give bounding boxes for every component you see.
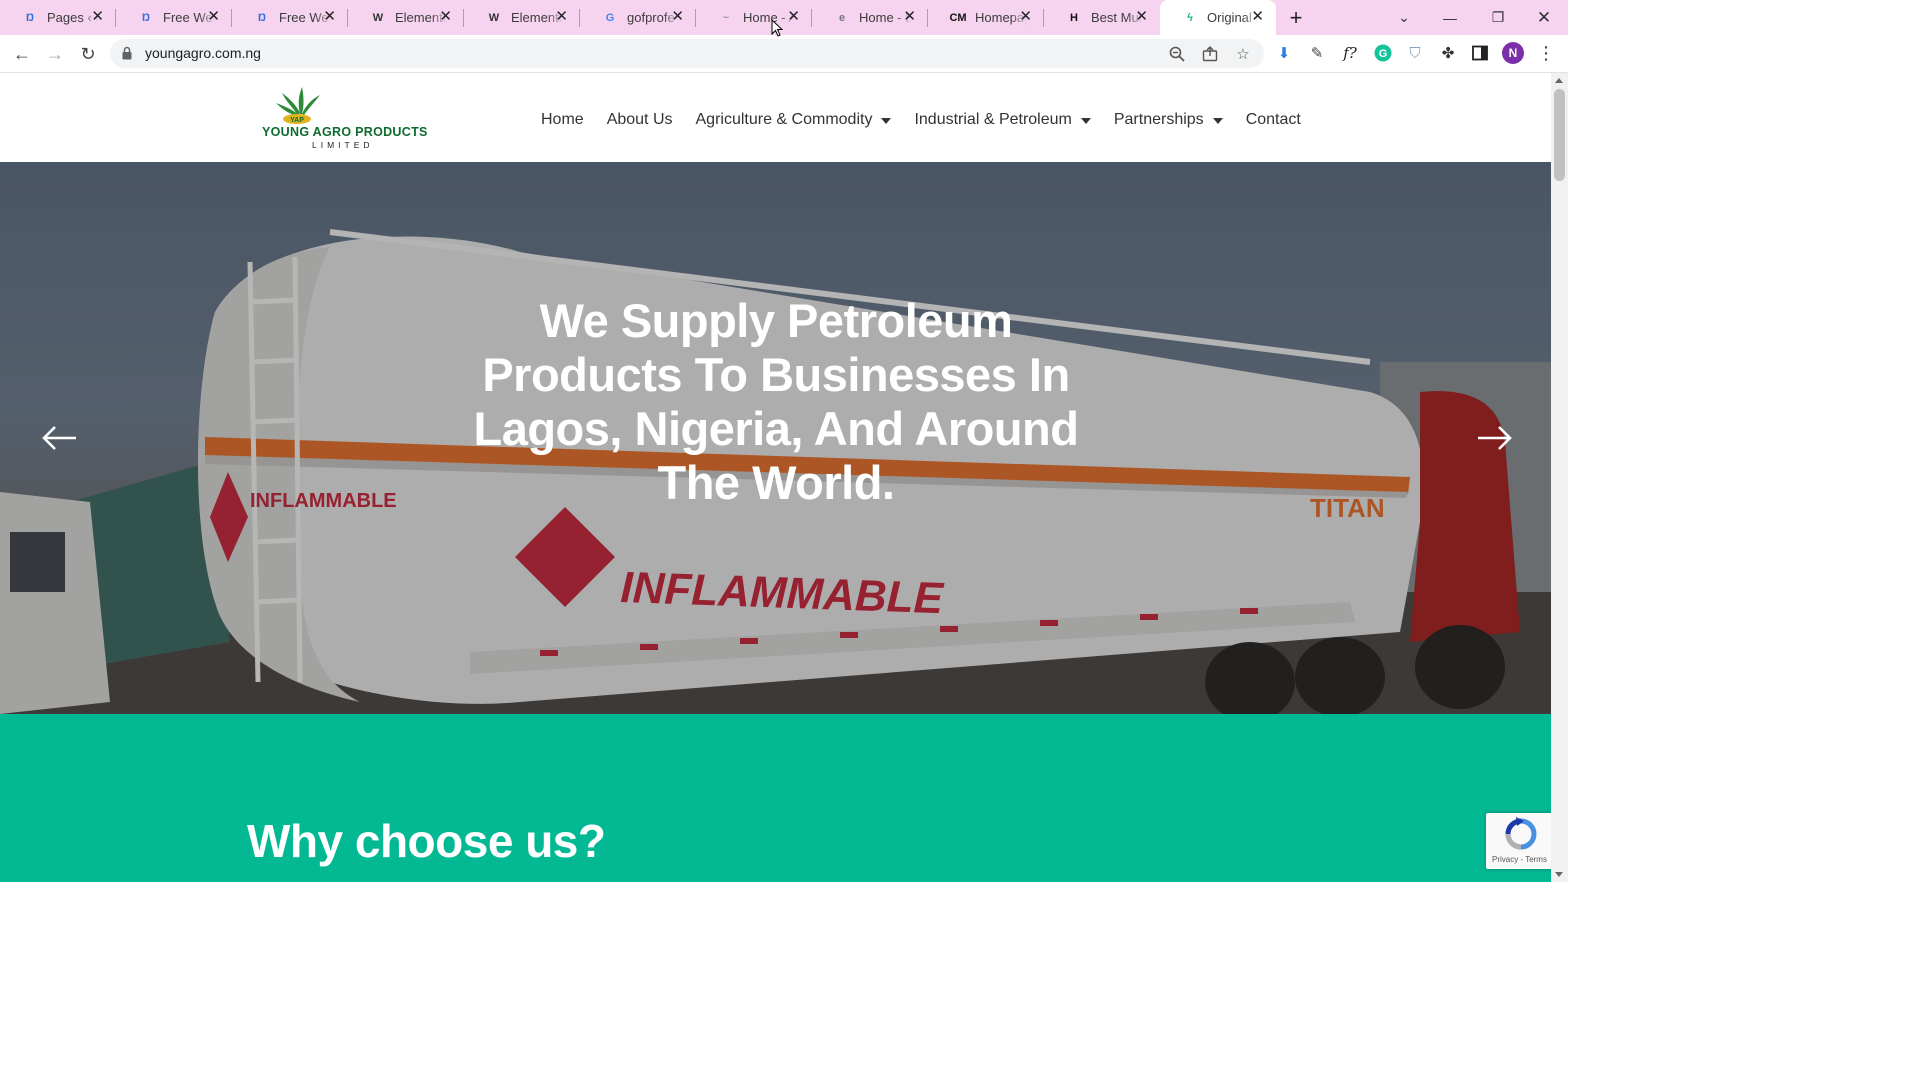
- cm-icon: CM: [949, 11, 967, 24]
- mouse-cursor-icon: [771, 19, 783, 37]
- section-heading: Why choose us?: [247, 815, 606, 867]
- why-choose-us-section: Why choose us?: [0, 714, 1551, 882]
- caret-down-icon: [881, 118, 892, 124]
- profile-initial: N: [1508, 46, 1518, 60]
- cloudways-icon: Ŋ: [26, 11, 34, 24]
- slider-next-arrow-icon[interactable]: [1474, 424, 1514, 452]
- wordpress-icon: W: [488, 11, 500, 24]
- browser-toolbar: ← → ↻ youngagro.com.ng ☆ ⬇ ✎ f? G ⛉ ✤ N …: [0, 35, 1568, 73]
- menu-item-label: Partnerships: [1113, 111, 1204, 128]
- forward-button[interactable]: →: [42, 41, 68, 67]
- font-extension-icon[interactable]: f?: [1339, 42, 1361, 64]
- address-bar[interactable]: youngagro.com.ng ☆: [110, 39, 1264, 68]
- site-icon: ~: [722, 11, 730, 24]
- grammarly-extension-icon[interactable]: G: [1372, 42, 1394, 64]
- browser-tab[interactable]: H Best Mult ✕: [1044, 0, 1160, 35]
- tab-close-icon[interactable]: ✕: [91, 9, 104, 25]
- site-logo[interactable]: YAP YOUNG AGRO PRODUCTS LIMITED: [262, 85, 427, 151]
- profile-avatar[interactable]: N: [1502, 42, 1524, 64]
- browser-tab[interactable]: ~ Home - A ✕: [696, 0, 812, 35]
- browser-tab[interactable]: Ŋ Free Web ✕: [116, 0, 232, 35]
- menu-item-home[interactable]: Home: [541, 111, 584, 129]
- browser-tab[interactable]: e Home - E ✕: [812, 0, 928, 35]
- google-icon: G: [605, 11, 615, 24]
- menu-item-contact[interactable]: Contact: [1246, 111, 1301, 129]
- site-icon: Ŋ: [258, 11, 266, 24]
- bookmark-star-icon[interactable]: ☆: [1234, 45, 1252, 63]
- new-tab-button[interactable]: +: [1276, 0, 1316, 35]
- browser-tab[interactable]: Ggofprofe ✕: [580, 0, 696, 35]
- url-text: youngagro.com.ng: [145, 45, 261, 61]
- scroll-up-icon[interactable]: [1555, 78, 1563, 83]
- logo-brand-text: YOUNG AGRO PRODUCTS: [262, 125, 428, 139]
- close-window-button[interactable]: ✕: [1530, 0, 1558, 35]
- site-icon: Ŋ: [142, 11, 150, 24]
- tab-close-icon[interactable]: ✕: [1135, 9, 1148, 25]
- back-button[interactable]: ←: [9, 41, 35, 67]
- restore-button[interactable]: ❐: [1484, 0, 1512, 35]
- eyedropper-extension-icon[interactable]: ✎: [1306, 42, 1328, 64]
- browser-tab-strip: ŊPages ‹ Cl✕ŊFree Web✕ŊFree Web✕WElement…: [0, 0, 1568, 35]
- browser-tab[interactable]: ŊPages ‹ Cl✕: [0, 0, 116, 35]
- tab-close-icon[interactable]: ✕: [903, 9, 916, 25]
- menu-item-label: Contact: [1245, 111, 1301, 128]
- browser-tab[interactable]: CM Homepag ✕: [928, 0, 1044, 35]
- share-icon[interactable]: [1201, 45, 1219, 63]
- main-menu: Home About Us Agriculture & Commodity Indus…: [541, 111, 1324, 129]
- hero-slider: INFLAMMABLE INFLAMMABLE TITAN We Supply …: [0, 162, 1551, 714]
- tab-close-icon[interactable]: ✕: [671, 9, 684, 25]
- caret-down-icon: [1212, 118, 1223, 124]
- tab-close-icon[interactable]: ✕: [1251, 9, 1264, 25]
- slider-prev-arrow-icon[interactable]: [40, 424, 80, 452]
- wordpress-icon: W: [372, 11, 384, 24]
- scrollbar-thumb[interactable]: [1554, 89, 1565, 181]
- browser-tab[interactable]: W Elemento ✕: [464, 0, 580, 35]
- tab-close-icon[interactable]: ✕: [787, 9, 800, 25]
- recaptcha-links[interactable]: Privacy - Terms: [1492, 855, 1547, 864]
- menu-item-industrial-petroleum[interactable]: Industrial & Petroleum: [914, 111, 1091, 129]
- zoom-icon[interactable]: [1168, 45, 1186, 63]
- shield-extension-icon[interactable]: ⛉: [1404, 42, 1426, 64]
- tab-search-icon[interactable]: ⌄: [1392, 0, 1416, 35]
- menu-item-label: About Us: [606, 111, 673, 128]
- puzzle-extensions-icon[interactable]: ✤: [1437, 42, 1459, 64]
- tab-close-icon[interactable]: ✕: [323, 9, 336, 25]
- menu-item-agriculture-commodity[interactable]: Agriculture & Commodity: [696, 111, 892, 129]
- minimize-button[interactable]: —: [1436, 0, 1464, 35]
- logo-sub-text: LIMITED: [312, 140, 374, 150]
- menu-item-label: Home: [541, 111, 584, 128]
- menu-item-partnerships[interactable]: Partnerships: [1114, 111, 1223, 129]
- menu-item-label: Industrial & Petroleum: [914, 111, 1072, 128]
- hero-heading: We Supply Petroleum Products To Business…: [473, 294, 1079, 509]
- side-panel-icon[interactable]: [1469, 42, 1491, 64]
- scroll-down-icon[interactable]: [1555, 872, 1563, 877]
- download-extension-icon[interactable]: ⬇: [1273, 42, 1295, 64]
- bolt-icon: ϟ: [1187, 11, 1193, 24]
- recaptcha-icon: [1505, 817, 1537, 850]
- browser-tab[interactable]: Ŋ Free Web ✕: [232, 0, 348, 35]
- recaptcha-badge[interactable]: Privacy - Terms: [1486, 813, 1556, 869]
- svg-text:G: G: [1379, 48, 1388, 60]
- menu-item-about-us[interactable]: About Us: [607, 111, 673, 129]
- browser-menu-icon[interactable]: ⋮: [1535, 42, 1557, 64]
- lock-icon: [122, 46, 132, 60]
- site-header: YAP YOUNG AGRO PRODUCTS LIMITED Home Abou…: [0, 73, 1551, 162]
- site-icon: e: [838, 11, 846, 24]
- tab-close-icon[interactable]: ✕: [439, 9, 452, 25]
- browser-tab[interactable]: ϟ Original - ✕: [1160, 0, 1276, 35]
- tab-close-icon[interactable]: ✕: [1019, 9, 1032, 25]
- browser-tab[interactable]: W Elemento ✕: [348, 0, 464, 35]
- tab-close-icon[interactable]: ✕: [555, 9, 568, 25]
- caret-down-icon: [1080, 118, 1091, 124]
- page-scrollbar[interactable]: [1551, 73, 1568, 882]
- palm-leaf-icon: YAP: [276, 87, 320, 124]
- svg-text:YAP: YAP: [290, 117, 304, 124]
- h-icon: H: [1070, 11, 1078, 24]
- reload-button[interactable]: ↻: [75, 41, 101, 67]
- tab-close-icon[interactable]: ✕: [207, 9, 220, 25]
- menu-item-label: Agriculture & Commodity: [695, 111, 873, 128]
